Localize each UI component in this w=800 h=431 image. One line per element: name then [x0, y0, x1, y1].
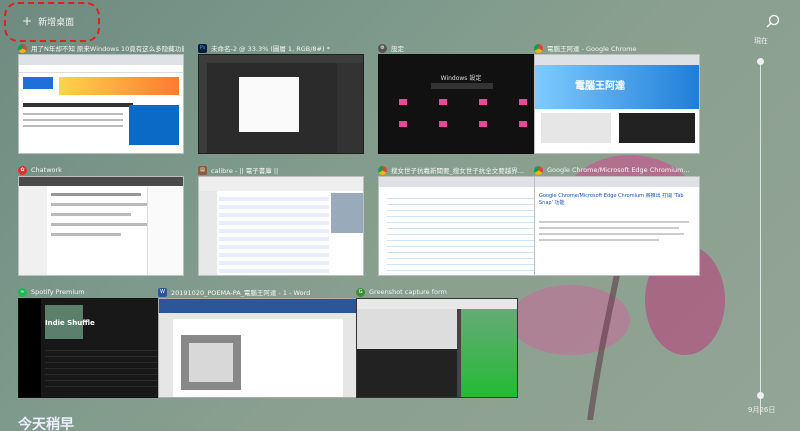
word-icon: W [158, 287, 167, 297]
window-thumbnail: Google Chrome/Microsoft Edge Chromium 將推… [534, 176, 700, 276]
window-title: Chatwork [31, 166, 62, 174]
window-title: 搜女世子抗羲新聞要_搜女世子抗全文要越界... [391, 167, 524, 175]
window-title: Greenshot capture form [369, 288, 447, 296]
edge-headline: Google Chrome/Microsoft Edge Chromium 將推… [539, 193, 684, 206]
chrome-icon [18, 43, 27, 53]
search-icon[interactable] [766, 14, 780, 28]
window-card[interactable]: 電腦王阿達 - Google Chrome 電腦王阿達 [534, 42, 700, 154]
section-label: 今天稍早 [18, 417, 74, 431]
pc-banner-text: 電腦王阿達 [575, 81, 625, 92]
chrome-icon [534, 165, 543, 175]
highlight-ring [4, 2, 100, 42]
timeline-date-label: 9月26日 [748, 406, 776, 414]
window-title: 用了N年却不知 原来Windows 10竟有这么多隐藏功能 - Windows … [31, 45, 184, 53]
spotify-icon: ≈ [18, 287, 27, 297]
window-card[interactable]: Ps 未命名-2 @ 33.3% (圖層 1, RGB/8#) * [198, 42, 364, 154]
timeline-marker[interactable] [757, 392, 764, 399]
settings-heading: Windows 設定 [440, 75, 482, 82]
timeline-now-label: 現在 [754, 37, 768, 45]
chrome-icon [534, 43, 543, 53]
window-thumbnail [18, 176, 184, 276]
window-card[interactable]: 搜女世子抗羲新聞要_搜女世子抗全文要越界... [378, 164, 544, 276]
window-card[interactable]: ▤ calibre - || 電子書庫 || [198, 164, 364, 276]
greenshot-icon: G [356, 287, 365, 297]
timeline-track[interactable] [760, 60, 761, 415]
chrome-icon [378, 165, 387, 175]
photoshop-icon: Ps [198, 43, 207, 53]
window-title: calibre - || 電子書庫 || [211, 167, 279, 175]
window-title: 電腦王阿達 - Google Chrome [547, 45, 637, 53]
window-title: 20191020_POEMA-PA_電腦王阿達 - 1 - Word [171, 289, 311, 297]
window-title: Google Chrome/Microsoft Edge Chromium... [547, 166, 690, 174]
window-thumbnail [198, 54, 364, 154]
window-title: 設定 [391, 45, 404, 53]
timeline-marker[interactable] [757, 58, 764, 65]
window-card[interactable]: 用了N年却不知 原来Windows 10竟有这么多隐藏功能 - Windows … [18, 42, 184, 154]
window-thumbnail [158, 298, 358, 398]
window-card[interactable]: W 20191020_POEMA-PA_電腦王阿達 - 1 - Word [158, 286, 358, 398]
gear-icon: ⚙ [378, 43, 387, 53]
window-thumbnail [356, 298, 518, 398]
window-title: Spotify Premium [31, 288, 85, 296]
spotify-playlist-title: Indie Shuffle [45, 319, 95, 327]
window-thumbnail [18, 54, 184, 154]
chatwork-icon: ✿ [18, 165, 27, 175]
window-title: 未命名-2 @ 33.3% (圖層 1, RGB/8#) * [211, 45, 330, 53]
calibre-icon: ▤ [198, 165, 207, 175]
window-card[interactable]: G Greenshot capture form [356, 286, 518, 398]
window-card[interactable]: ✿ Chatwork [18, 164, 184, 276]
window-thumbnail [378, 176, 544, 276]
window-thumbnail [198, 176, 364, 276]
window-thumbnail: Windows 設定 [378, 54, 544, 154]
window-thumbnail: 電腦王阿達 [534, 54, 700, 154]
window-card[interactable]: Google Chrome/Microsoft Edge Chromium...… [534, 164, 700, 276]
window-card[interactable]: ⚙ 設定 Windows 設定 [378, 42, 544, 154]
